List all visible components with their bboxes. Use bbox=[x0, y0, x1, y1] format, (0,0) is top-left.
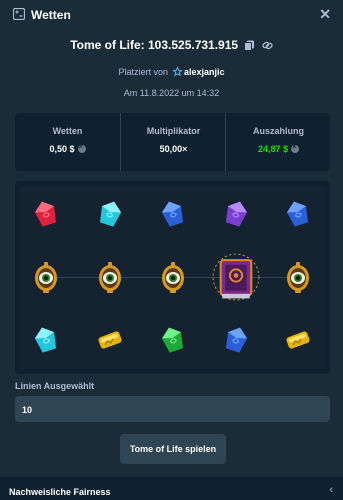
chevron-icon[interactable]: ‹ bbox=[329, 484, 333, 496]
currency-icon bbox=[291, 142, 300, 153]
symbol-eye-amulet-icon bbox=[35, 262, 57, 293]
stat-payout: Auszahlung 24,87 $ bbox=[225, 113, 331, 171]
payout-value-row: 24,87 $ bbox=[226, 142, 331, 154]
bets-icon bbox=[13, 8, 25, 20]
modal-title: Wetten bbox=[31, 8, 71, 22]
symbol-cyan-gem-icon bbox=[34, 327, 57, 353]
symbol-blue-gem-icon bbox=[225, 327, 248, 353]
symbol-purple-gem-icon bbox=[225, 201, 248, 227]
bet-label: Wetten bbox=[52, 126, 83, 136]
payout-label: Auszahlung bbox=[253, 126, 304, 136]
payout-value: 24,87 $ bbox=[257, 144, 289, 154]
symbol-green-gem-icon bbox=[161, 327, 184, 353]
slot-reels bbox=[15, 181, 330, 374]
username-link[interactable]: alexjanjic bbox=[184, 67, 225, 77]
fairness-title: Nachweisliche Fairness bbox=[9, 487, 111, 497]
stat-multiplier: Multiplikator 50,00× bbox=[120, 113, 226, 171]
reel-grid bbox=[20, 186, 325, 369]
placed-by-label: Platziert von bbox=[118, 67, 168, 77]
game-title-row: Tome of Life: 103.525.731.915 bbox=[0, 38, 343, 52]
symbol-tome-book-icon bbox=[212, 253, 260, 301]
fairness-section[interactable]: Nachweisliche Fairness ‹ bbox=[0, 477, 343, 500]
bet-value: 0,50 $ bbox=[49, 144, 75, 154]
modal-header: Wetten ✕ bbox=[0, 0, 343, 30]
close-icon[interactable]: ✕ bbox=[319, 6, 331, 23]
bet-value-row: 0,50 $ bbox=[15, 142, 120, 154]
multiplier-label: Multiplikator bbox=[146, 126, 201, 136]
currency-icon bbox=[77, 142, 86, 153]
symbol-gold-gem-icon bbox=[286, 331, 310, 349]
lines-label: Linien Ausgewählt bbox=[15, 381, 95, 391]
bet-stats-panel: Wetten 0,50 $ Multiplikator 50,00× Ausza… bbox=[15, 113, 330, 171]
game-title: Tome of Life: 103.525.731.915 bbox=[70, 38, 239, 52]
symbol-eye-amulet-icon bbox=[162, 262, 184, 293]
multiplier-value: 50,00× bbox=[159, 144, 188, 154]
stat-bet: Wetten 0,50 $ bbox=[15, 113, 120, 171]
symbol-eye-amulet-icon bbox=[287, 262, 309, 293]
link-icon[interactable] bbox=[262, 40, 273, 51]
symbol-cyan-gem-icon bbox=[99, 201, 122, 227]
symbol-eye-amulet-icon bbox=[99, 262, 121, 293]
symbol-blue-gem-icon bbox=[161, 201, 184, 227]
placed-by-row: Platziert von alexjanjic bbox=[0, 66, 343, 77]
play-game-button[interactable]: Tome of Life spielen bbox=[120, 434, 226, 464]
copy-icon[interactable] bbox=[244, 40, 255, 52]
star-icon bbox=[171, 66, 183, 77]
symbol-gold-gem-icon bbox=[98, 331, 122, 349]
symbol-red-gem-icon bbox=[34, 201, 57, 227]
symbol-blue-gem-icon bbox=[286, 201, 309, 227]
lines-selected-field[interactable]: 10 bbox=[15, 396, 330, 422]
bet-date: Am 11.8.2022 um 14:32 bbox=[123, 88, 220, 98]
